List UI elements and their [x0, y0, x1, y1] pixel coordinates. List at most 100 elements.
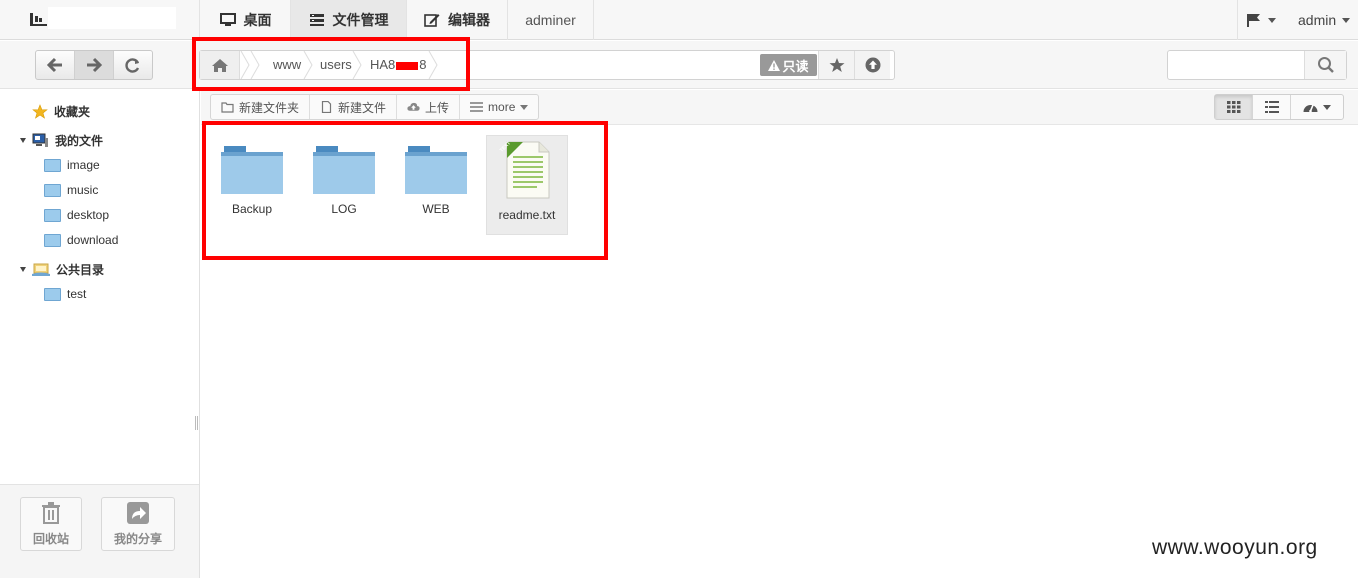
sidebar-item-label: music	[67, 183, 99, 197]
sidebar-item-download[interactable]: download	[44, 233, 118, 247]
file-outline-icon	[321, 101, 332, 113]
folder-icon	[44, 158, 61, 172]
nav-adminer-label: adminer	[525, 12, 576, 28]
readonly-label: 只读	[782, 58, 809, 74]
new-file-button[interactable]: 新建文件	[310, 95, 398, 119]
sidebar-item-music[interactable]: music	[44, 183, 98, 197]
chevron-down-icon	[1323, 104, 1331, 110]
forward-button[interactable]	[75, 51, 114, 79]
list-icon	[1264, 101, 1279, 113]
favorite-button[interactable]	[818, 51, 854, 79]
folder-outline-icon	[221, 102, 234, 113]
flag-icon	[1247, 14, 1260, 27]
folder-icon	[44, 208, 61, 222]
annotation-box-breadcrumb	[192, 37, 470, 91]
list-icon	[470, 102, 484, 112]
logo-redacted	[48, 7, 176, 29]
nav-desktop-label: 桌面	[243, 12, 272, 28]
search-box	[1167, 50, 1347, 80]
sidebar-item-my-files[interactable]: 我的文件	[32, 132, 103, 149]
logo-icon	[30, 13, 47, 26]
nav-editor[interactable]: 编辑器	[407, 0, 508, 40]
recycle-bin-button[interactable]: 回收站	[20, 497, 82, 551]
recycle-bin-label: 回收站	[32, 531, 69, 546]
public-folder-icon	[32, 263, 50, 276]
file-actions: 新建文件夹 新建文件 上传 more	[210, 94, 540, 120]
flag-menu[interactable]	[1237, 0, 1286, 40]
sidebar-item-label: 公共目录	[56, 263, 105, 277]
cloud-upload-icon	[407, 102, 420, 111]
sidebar-item-label: test	[67, 287, 87, 301]
history-buttons	[35, 50, 153, 80]
parent-dir-button[interactable]	[854, 51, 890, 79]
more-label: more	[488, 100, 516, 114]
sidebar-item-favorites[interactable]: 收藏夹	[32, 103, 90, 120]
upload-button[interactable]: 上传	[397, 95, 461, 119]
sidebar-item-label: image	[67, 158, 100, 172]
tree-expand-icon[interactable]	[20, 267, 26, 272]
sidebar-item-label: 我的文件	[55, 134, 104, 148]
annotation-box-files	[202, 121, 608, 260]
search-input[interactable]	[1168, 51, 1304, 79]
new-file-label: 新建文件	[338, 100, 387, 115]
my-share-button[interactable]: 我的分享	[101, 497, 175, 551]
refresh-icon	[125, 58, 140, 73]
dashboard-icon	[1303, 104, 1318, 113]
trash-icon	[42, 501, 60, 524]
grid-icon	[1226, 101, 1240, 113]
nav-file-manager[interactable]: 文件管理	[291, 0, 407, 40]
nav-desktop[interactable]: 桌面	[201, 0, 291, 40]
folder-icon	[44, 183, 61, 197]
chevron-down-icon	[1268, 17, 1276, 23]
user-name: admin	[1298, 12, 1337, 28]
star-icon	[32, 104, 48, 119]
arrow-left-icon	[46, 57, 62, 73]
tree-expand-icon[interactable]	[20, 138, 26, 143]
list-view-button[interactable]	[1253, 95, 1291, 119]
sidebar-item-test[interactable]: test	[44, 287, 86, 301]
nav-file-manager-label: 文件管理	[332, 12, 389, 28]
user-menu[interactable]: admin	[1286, 0, 1358, 40]
arrow-right-icon	[87, 57, 103, 73]
more-menu-button[interactable]: more	[460, 95, 538, 119]
new-folder-button[interactable]: 新建文件夹	[211, 95, 311, 119]
view-mode-switcher	[1214, 94, 1344, 120]
display-settings-button[interactable]	[1291, 95, 1343, 119]
my-share-label: 我的分享	[113, 531, 162, 546]
grid-view-button[interactable]	[1215, 95, 1253, 119]
star-icon	[829, 58, 844, 72]
sidebar-item-image[interactable]: image	[44, 158, 100, 172]
share-icon	[127, 501, 149, 524]
sidebar-item-label: desktop	[67, 208, 110, 222]
sidebar-item-public[interactable]: 公共目录	[32, 261, 104, 278]
app-logo[interactable]	[0, 0, 200, 40]
arrow-up-circle-icon	[865, 57, 880, 73]
edit-icon	[424, 14, 440, 27]
file-manager-icon	[309, 14, 324, 26]
search-icon	[1317, 57, 1334, 73]
resize-handle[interactable]	[195, 416, 198, 430]
warning-icon	[768, 59, 781, 71]
file-toolbar: 新建文件夹 新建文件 上传 more	[201, 90, 1358, 125]
folder-icon	[44, 233, 61, 247]
watermark: www.wooyun.org	[1152, 536, 1318, 559]
search-button[interactable]	[1304, 51, 1346, 79]
new-folder-label: 新建文件夹	[239, 100, 300, 115]
top-bar: 桌面 文件管理 编辑器 adminer admin	[0, 0, 1358, 40]
sidebar-footer: 回收站 我的分享	[0, 484, 199, 578]
sidebar: 收藏夹 我的文件 image music desktop download 公共…	[0, 90, 200, 578]
computer-icon	[32, 133, 48, 147]
refresh-button[interactable]	[114, 51, 152, 79]
folder-icon	[44, 287, 61, 301]
chevron-down-icon	[520, 104, 529, 110]
readonly-badge: 只读	[760, 54, 817, 76]
monitor-icon	[219, 13, 236, 26]
nav-adminer[interactable]: adminer	[508, 0, 594, 40]
sidebar-item-label: 收藏夹	[54, 105, 91, 119]
chevron-down-icon	[1342, 17, 1351, 23]
sidebar-item-label: download	[67, 233, 119, 247]
upload-label: 上传	[425, 100, 450, 115]
back-button[interactable]	[36, 51, 75, 79]
sidebar-item-desktop[interactable]: desktop	[44, 208, 109, 222]
nav-editor-label: 编辑器	[448, 12, 490, 28]
